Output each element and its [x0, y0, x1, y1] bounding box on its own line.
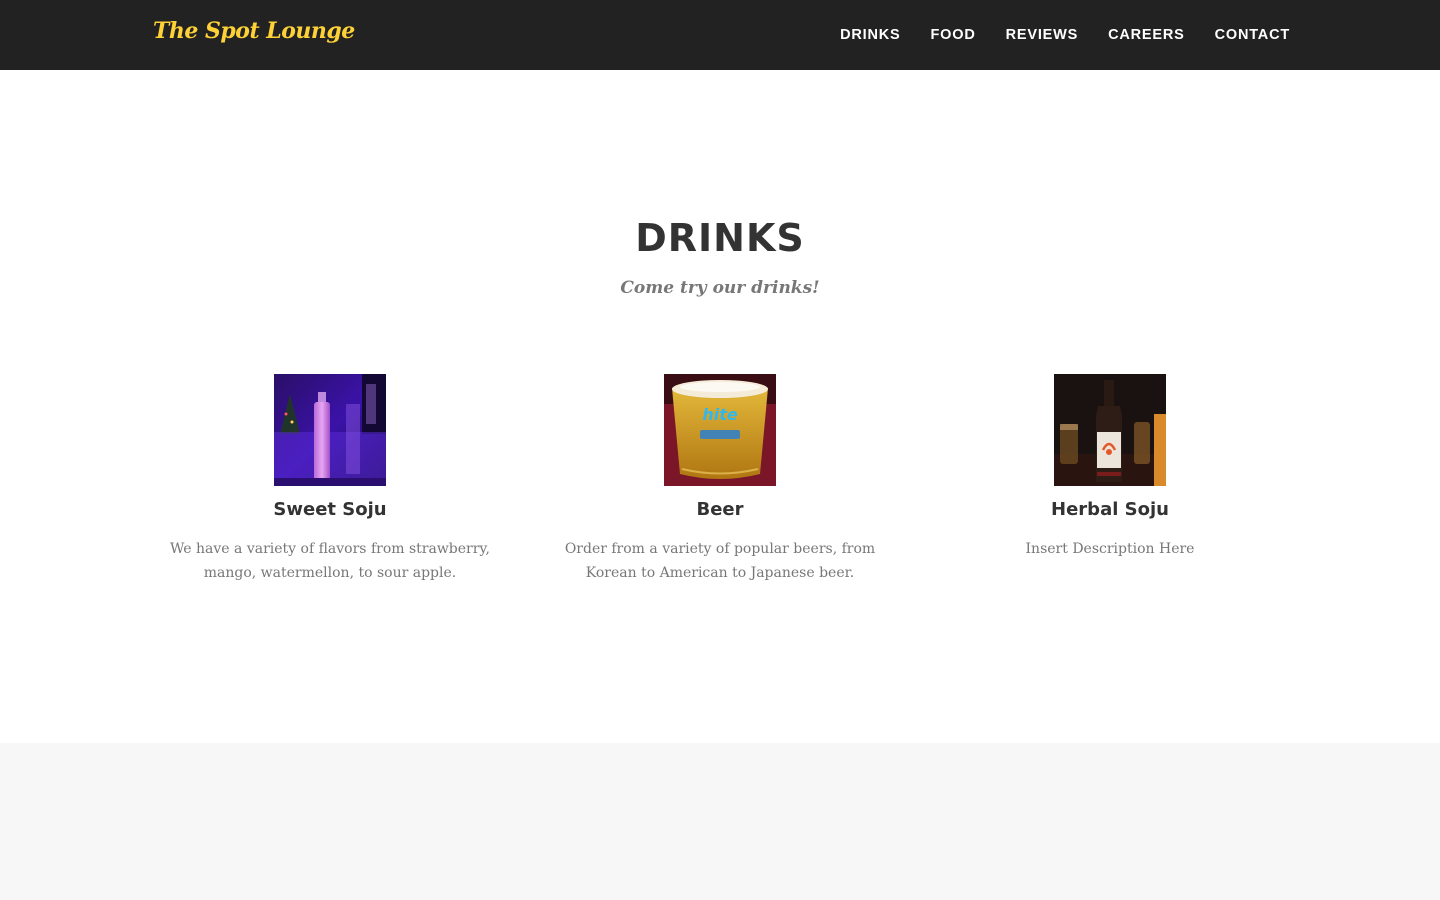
navbar: The Spot Lounge DRINKS FOOD REVIEWS CARE…: [0, 0, 1440, 70]
nav-link-reviews[interactable]: REVIEWS: [1006, 27, 1078, 43]
item-title: Beer: [696, 499, 744, 520]
nav-links: DRINKS FOOD REVIEWS CAREERS CONTACT: [810, 0, 1290, 70]
item-description: We have a variety of flavors from strawb…: [170, 541, 490, 581]
nav-link-contact[interactable]: CONTACT: [1215, 27, 1290, 43]
next-section: [0, 743, 1440, 900]
drink-item-sweet-soju: Sweet Soju We have a variety of flavors …: [135, 374, 525, 585]
section-subheading: Come try our drinks!: [620, 278, 820, 298]
nav-link-careers[interactable]: CAREERS: [1108, 27, 1185, 43]
svg-text:hite: hite: [702, 405, 738, 424]
nav-link-food[interactable]: FOOD: [931, 27, 976, 43]
item-title: Herbal Soju: [1051, 499, 1169, 520]
item-description: Insert Description Here: [1025, 541, 1195, 557]
beer-photo: hite: [664, 374, 776, 486]
item-description: Order from a variety of popular beers, f…: [564, 541, 876, 581]
herbal-soju-photo: [1054, 374, 1166, 486]
sweet-soju-photo: [274, 374, 386, 486]
brand-logo[interactable]: The Spot Lounge: [153, 18, 355, 44]
drink-item-beer: hite Beer Order from a variety of popula…: [525, 374, 915, 585]
section-heading: DRINKS: [635, 216, 805, 260]
item-title: Sweet Soju: [273, 499, 387, 520]
nav-link-drinks[interactable]: DRINKS: [840, 27, 900, 43]
drinks-section: DRINKS Come try our drinks! Sweet Soju W…: [0, 70, 1440, 743]
drink-item-herbal-soju: Herbal Soju Insert Description Here: [915, 374, 1305, 561]
